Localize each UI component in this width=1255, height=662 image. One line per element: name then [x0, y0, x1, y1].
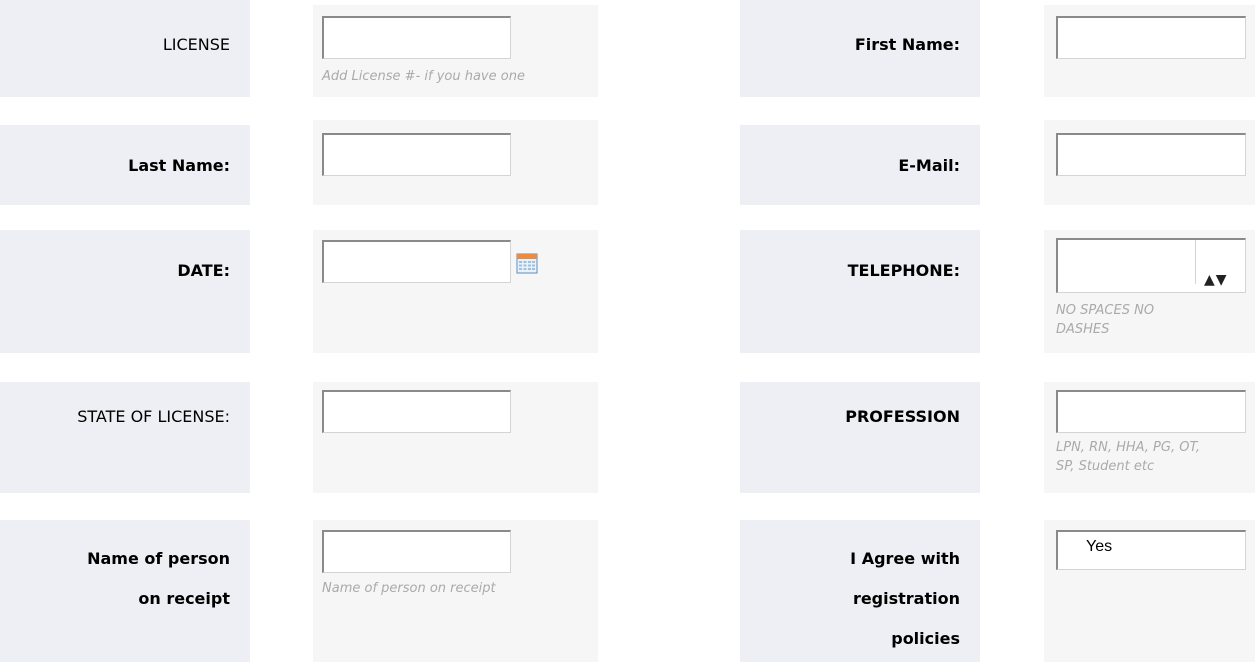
date-input[interactable]: [322, 240, 511, 283]
date-field-cell: [313, 230, 598, 353]
receipt-name-label-line2: on receipt: [138, 589, 230, 608]
date-label: DATE:: [177, 261, 230, 280]
receipt-name-label-line1: Name of person: [87, 549, 230, 568]
last-name-label-cell: Last Name:: [0, 125, 250, 205]
telephone-stepper: ▲▼: [1056, 238, 1246, 293]
agree-field-cell: Yes: [1044, 520, 1255, 662]
last-name-field-cell: [313, 120, 598, 205]
profession-label-cell: PROFESSION: [740, 382, 980, 493]
telephone-spinner[interactable]: ▲▼: [1204, 273, 1228, 287]
email-input[interactable]: [1056, 133, 1246, 176]
email-label-cell: E-Mail:: [740, 125, 980, 205]
last-name-input[interactable]: [322, 133, 511, 176]
state-of-license-label: STATE OF LICENSE:: [77, 407, 230, 426]
agree-select[interactable]: Yes: [1056, 530, 1246, 570]
last-name-label: Last Name:: [128, 156, 230, 175]
first-name-input[interactable]: [1056, 16, 1246, 59]
receipt-name-hint: Name of person on receipt: [322, 581, 496, 596]
telephone-input[interactable]: [1058, 240, 1196, 284]
agree-label-cell: I Agree with registration policies: [740, 520, 980, 662]
state-label-cell: STATE OF LICENSE:: [0, 382, 250, 493]
telephone-hint-line2: DASHES: [1056, 322, 1110, 337]
telephone-label-cell: TELEPHONE:: [740, 230, 980, 353]
telephone-label: TELEPHONE:: [847, 261, 960, 280]
calendar-icon[interactable]: [516, 252, 538, 274]
receipt-name-field-cell: Name of person on receipt: [313, 520, 598, 662]
profession-hint-line2: SP, Student etc: [1056, 459, 1155, 474]
license-hint: Add License #- if you have one: [322, 69, 525, 84]
agree-label-line1: I Agree with: [850, 549, 960, 568]
receipt-name-label-cell: Name of person on receipt: [0, 520, 250, 662]
state-field-cell: [313, 382, 598, 493]
email-label: E-Mail:: [898, 156, 960, 175]
first-name-label-cell: First Name:: [740, 0, 980, 97]
first-name-label: First Name:: [854, 35, 960, 54]
license-input[interactable]: [322, 16, 511, 59]
receipt-name-input[interactable]: [322, 530, 511, 573]
date-label-cell: DATE:: [0, 230, 250, 353]
license-field-cell: Add License #- if you have one: [313, 5, 598, 97]
agree-select-value: Yes: [1086, 538, 1113, 555]
telephone-field-cell: ▲▼ NO SPACES NO DASHES: [1044, 230, 1255, 353]
state-of-license-input[interactable]: [322, 390, 511, 433]
profession-label: PROFESSION: [845, 407, 960, 426]
profession-hint-line1: LPN, RN, HHA, PG, OT,: [1056, 440, 1200, 455]
agree-label-line3: policies: [891, 629, 960, 648]
first-name-field-cell: [1044, 5, 1255, 97]
profession-input[interactable]: [1056, 390, 1246, 433]
license-label-cell: LICENSE: [0, 0, 250, 97]
license-label: LICENSE: [162, 35, 230, 54]
telephone-hint-line1: NO SPACES NO: [1056, 303, 1155, 318]
email-field-cell: [1044, 120, 1255, 205]
agree-label-line2: registration: [852, 589, 960, 608]
profession-field-cell: LPN, RN, HHA, PG, OT, SP, Student etc: [1044, 382, 1255, 493]
